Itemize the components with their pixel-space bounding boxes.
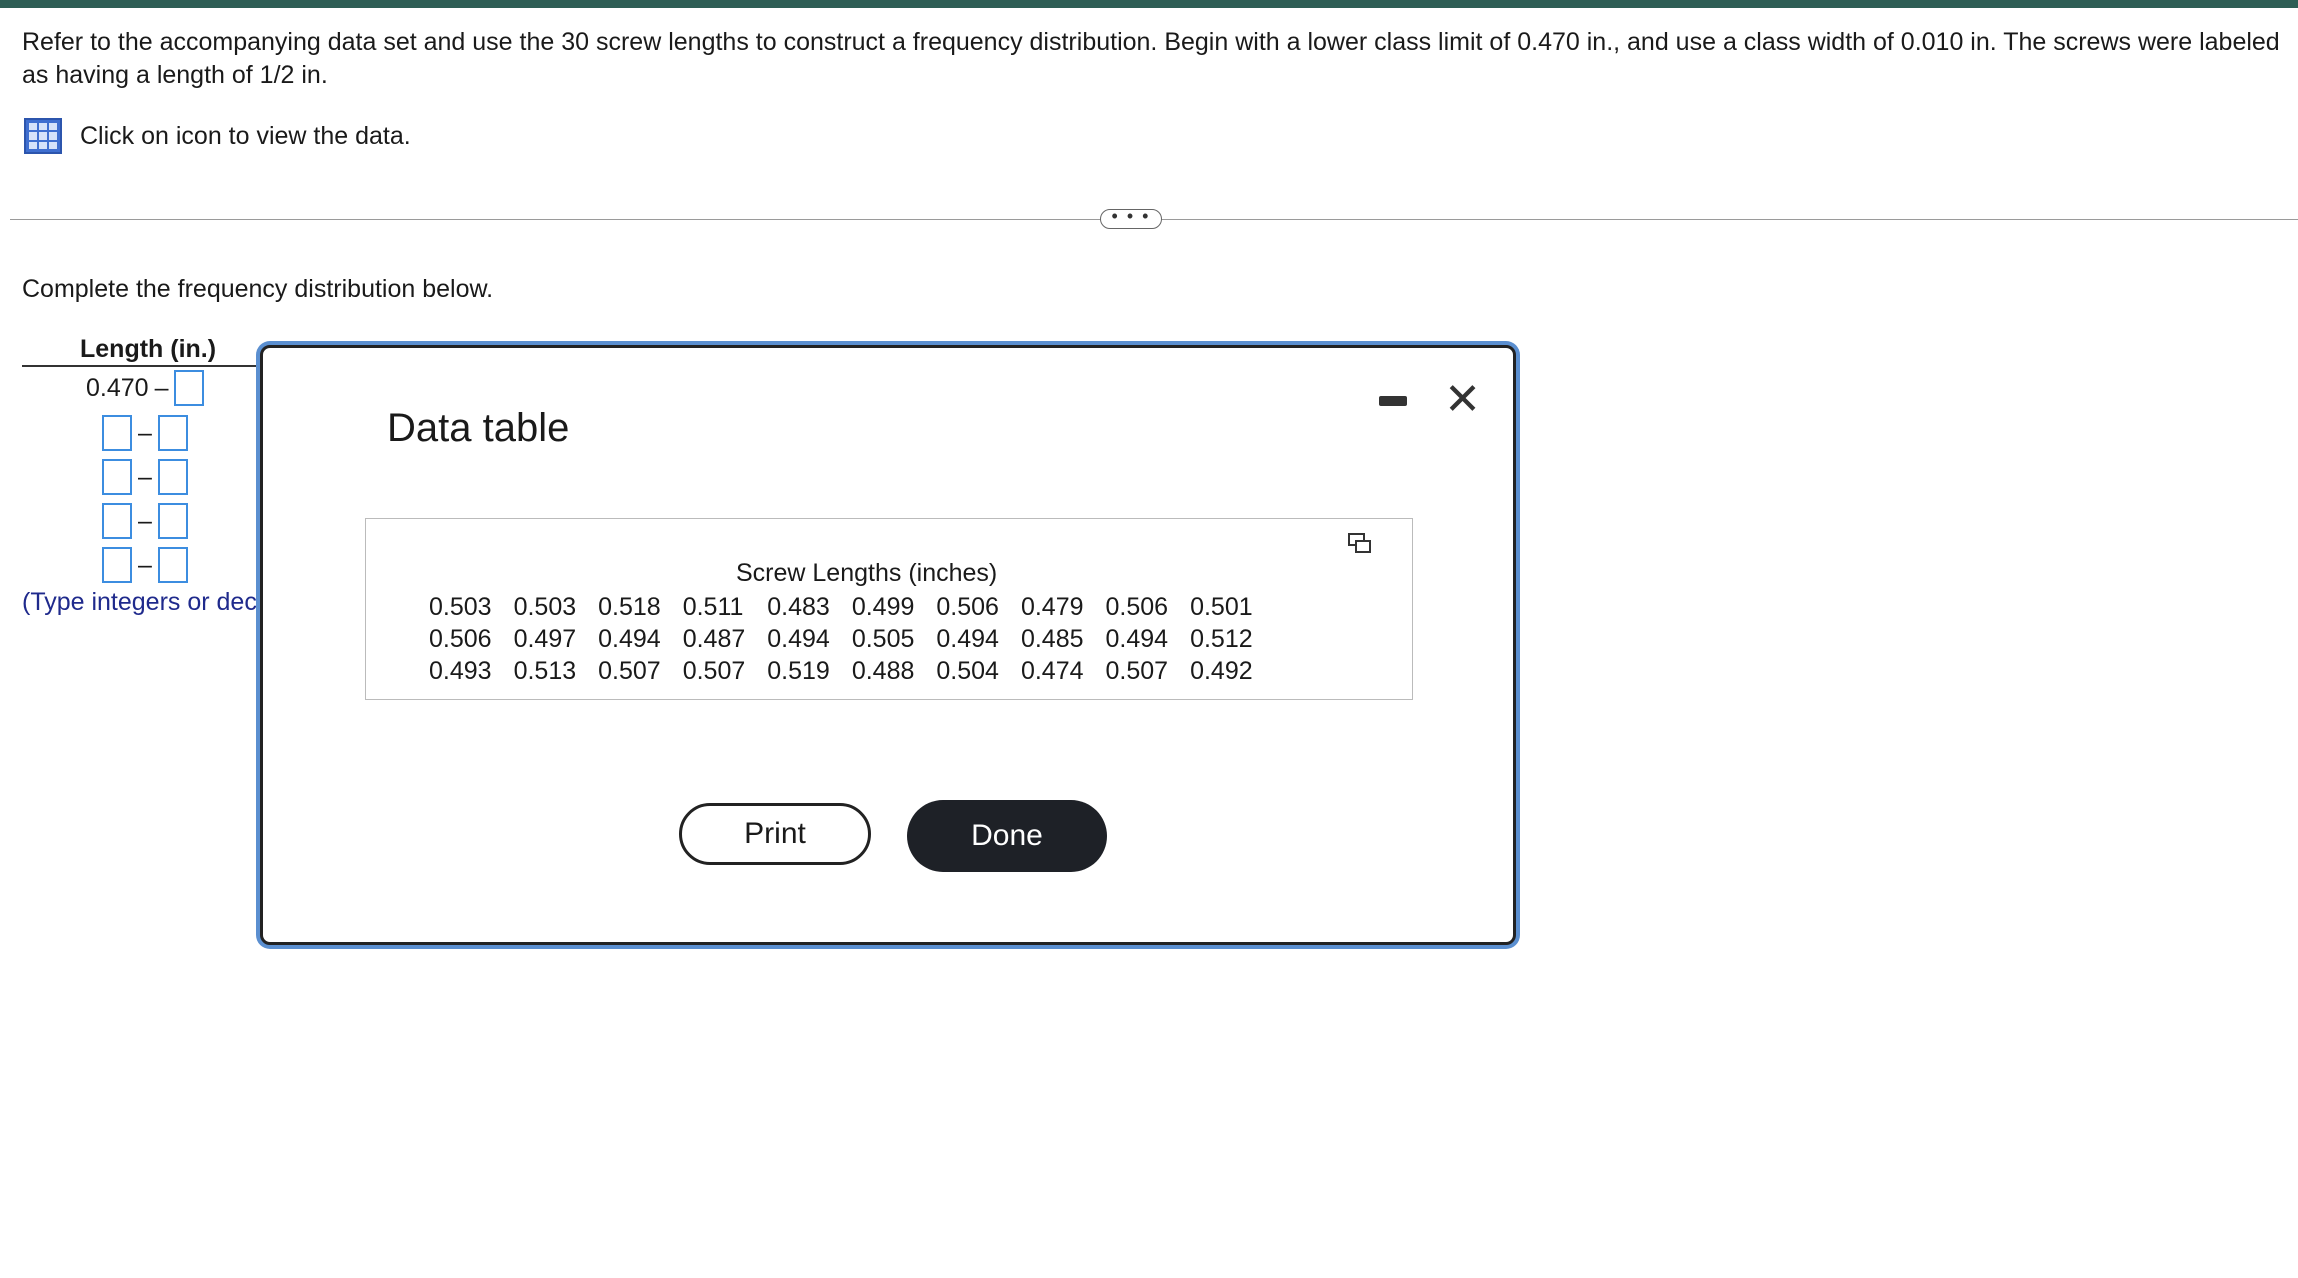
instruction-text: Complete the frequency distribution belo… <box>22 275 494 303</box>
header-underline <box>22 365 266 367</box>
class-row-1: 0.470 – <box>86 370 205 406</box>
upper-limit-input-5[interactable] <box>157 547 188 583</box>
upper-limit-input-4[interactable] <box>157 503 188 539</box>
table-cell: 0.474 <box>1020 657 1084 685</box>
table-cell: 0.493 <box>429 657 492 685</box>
copy-icon[interactable] <box>1348 533 1372 553</box>
table-cell: 0.487 <box>682 625 746 653</box>
table-cell: 0.497 <box>513 625 577 653</box>
table-cell: 0.511 <box>682 593 744 621</box>
table-cell: 0.513 <box>513 657 577 685</box>
class-row-5: – <box>102 547 188 583</box>
table-cell: 0.519 <box>767 657 830 685</box>
table-cell: 0.479 <box>1020 593 1084 621</box>
table-cell: 0.506 <box>429 625 492 653</box>
table-cell: 0.488 <box>851 657 915 685</box>
table-cell: 0.507 <box>1105 657 1169 685</box>
table-cell: 0.494 <box>598 625 661 653</box>
range-dash: – <box>154 373 169 402</box>
class-row-3: – <box>102 459 188 495</box>
table-row: 0.493 0.513 0.507 0.507 0.519 0.488 0.504 0.474… <box>418 655 1264 687</box>
range-dash: – <box>138 418 152 447</box>
table-cell: 0.503 <box>513 593 577 621</box>
range-dash: – <box>138 506 152 535</box>
table-row: 0.506 0.497 0.494 0.487 0.494 0.505 0.494 0.485… <box>418 623 1264 655</box>
table-row: 0.503 0.503 0.518 0.511 0.483 0.499 0.506 0.479… <box>418 591 1264 623</box>
table-caption: Screw Lengths (inches) <box>736 559 998 587</box>
dialog-title: Data table <box>387 406 570 450</box>
minimize-icon[interactable] <box>1379 396 1407 406</box>
table-cell: 0.485 <box>1020 625 1084 653</box>
table-cell: 0.494 <box>767 625 830 653</box>
more-button[interactable]: • • • <box>1100 207 1162 229</box>
print-button[interactable]: Print <box>679 803 871 865</box>
lower-limit-input-4[interactable] <box>102 503 132 539</box>
view-data-link[interactable]: Click on icon to view the data. <box>24 118 411 154</box>
class-row-4: – <box>102 503 188 539</box>
question-text: Refer to the accompanying data set and u… <box>22 28 2280 89</box>
close-icon[interactable]: ✕ <box>1444 378 1481 422</box>
table-cell: 0.506 <box>1105 593 1169 621</box>
table-cell: 0.494 <box>1105 625 1169 653</box>
table-cell: 0.507 <box>598 657 661 685</box>
done-button[interactable]: Done <box>907 800 1107 872</box>
table-cell: 0.518 <box>598 593 661 621</box>
input-hint: (Type integers or decimals.) <box>22 588 262 616</box>
screw-lengths-table: 0.503 0.503 0.518 0.511 0.483 0.499 0.506 0.479… <box>418 591 1264 687</box>
table-cell: 0.504 <box>936 657 999 685</box>
table-cell: 0.507 <box>682 657 746 685</box>
first-lower-limit: 0.470 <box>86 373 149 402</box>
table-cell: 0.505 <box>851 625 915 653</box>
range-dash: – <box>138 550 152 579</box>
upper-limit-input-2[interactable] <box>157 415 188 451</box>
grid-icon[interactable] <box>24 118 62 154</box>
lower-limit-input-3[interactable] <box>102 459 132 495</box>
table-cell: 0.499 <box>851 593 915 621</box>
table-cell: 0.492 <box>1190 657 1253 685</box>
lower-limit-input-2[interactable] <box>102 415 132 451</box>
data-table-dialog: Data table ✕ Screw Lengths (inches) 0.50… <box>260 345 1516 945</box>
table-cell: 0.503 <box>429 593 492 621</box>
view-data-label: Click on icon to view the data. <box>80 121 411 150</box>
lower-limit-input-5[interactable] <box>102 547 132 583</box>
upper-limit-input-1[interactable] <box>174 370 205 406</box>
table-cell: 0.506 <box>936 593 999 621</box>
data-table-box: Screw Lengths (inches) 0.503 0.503 0.518 0.… <box>365 518 1413 700</box>
class-row-2: – <box>102 415 188 451</box>
length-column-header: Length (in.) <box>80 335 217 363</box>
table-cell: 0.501 <box>1190 593 1253 621</box>
range-dash: – <box>138 462 152 491</box>
upper-limit-input-3[interactable] <box>157 459 188 495</box>
table-cell: 0.512 <box>1190 625 1253 653</box>
table-cell: 0.494 <box>936 625 999 653</box>
table-cell: 0.483 <box>767 593 830 621</box>
top-bar <box>0 0 2298 8</box>
